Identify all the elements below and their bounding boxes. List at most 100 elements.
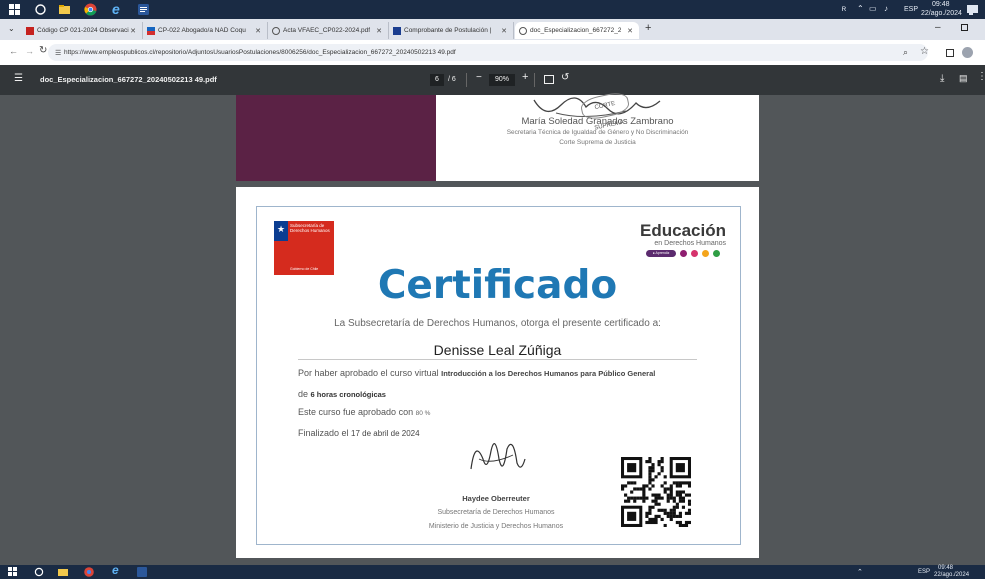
network-icon[interactable]: ▭ xyxy=(869,4,877,13)
qr-module xyxy=(642,487,646,491)
close-tab-icon[interactable]: ✕ xyxy=(627,27,633,35)
new-tab-button[interactable]: + xyxy=(645,22,651,34)
qr-module xyxy=(630,496,634,500)
qr-module xyxy=(648,466,652,470)
clock-date[interactable]: 22/ago./2024 xyxy=(934,572,969,578)
edge-icon[interactable]: e xyxy=(112,1,120,17)
windows-start-icon[interactable] xyxy=(8,567,18,577)
site-info-icon[interactable]: ☰ xyxy=(55,49,61,57)
qr-module xyxy=(681,496,686,500)
qr-module xyxy=(675,484,679,488)
close-tab-icon[interactable]: ✕ xyxy=(501,27,507,35)
qr-module xyxy=(654,499,658,503)
qr-module xyxy=(684,493,689,497)
qr-module xyxy=(651,463,655,467)
chevron-up-icon[interactable]: ⌃ xyxy=(857,4,864,13)
qr-module xyxy=(681,481,686,485)
qr-module xyxy=(678,484,682,488)
print-icon[interactable]: ▤ xyxy=(959,73,968,84)
qr-module xyxy=(672,481,676,485)
rotate-icon[interactable]: ↺ xyxy=(561,72,569,83)
qr-module xyxy=(669,493,673,497)
edge-icon[interactable]: e xyxy=(112,563,119,577)
qr-module xyxy=(633,487,637,491)
zoom-magnifier-icon[interactable]: ⌕ xyxy=(903,47,908,58)
qr-module xyxy=(678,490,682,494)
qr-module xyxy=(660,466,664,470)
qr-module xyxy=(669,517,673,522)
qr-module xyxy=(669,496,673,500)
clock-time[interactable]: 09:48 xyxy=(938,565,953,571)
qr-module xyxy=(675,505,679,509)
zoom-out-button[interactable]: − xyxy=(476,72,482,83)
close-tab-icon[interactable]: ✕ xyxy=(255,27,261,35)
qr-module xyxy=(633,499,637,503)
tab-list-chevron-icon[interactable]: ⌄ xyxy=(8,24,15,33)
language-indicator[interactable]: ESP xyxy=(904,6,918,13)
download-icon[interactable]: ⤓ xyxy=(940,73,944,84)
chrome-icon[interactable] xyxy=(84,3,97,16)
clock-time[interactable]: 09:48 xyxy=(932,1,950,8)
qr-module xyxy=(654,514,658,518)
qr-module xyxy=(648,469,652,473)
qr-module xyxy=(672,508,676,512)
qr-module xyxy=(636,487,640,491)
signature-scribble xyxy=(470,443,526,470)
signer-ministry: Ministerio de Justicia y Derechos Humano… xyxy=(428,523,564,530)
clock-date[interactable]: 22/ago./2024 xyxy=(921,10,962,17)
search-circle-icon[interactable] xyxy=(34,3,47,16)
tab-cp022[interactable]: CP-022 Abogado/a NAD Coqu ✕ xyxy=(143,22,268,39)
qr-module xyxy=(648,520,652,525)
close-tab-icon[interactable]: ✕ xyxy=(130,27,136,35)
people-icon[interactable]: ᴿ xyxy=(842,5,846,15)
more-options-icon[interactable]: ⋮ xyxy=(977,71,985,82)
tab-acta[interactable]: Acta VFAEC_CP022-2024.pdf ✕ xyxy=(268,22,389,39)
zoom-in-button[interactable]: + xyxy=(522,71,528,83)
restore-icon[interactable] xyxy=(961,24,968,31)
qr-module xyxy=(630,490,634,494)
qr-module xyxy=(648,481,652,485)
windows-start-icon[interactable] xyxy=(8,3,21,16)
close-tab-icon[interactable]: ✕ xyxy=(376,27,382,35)
file-explorer-icon[interactable] xyxy=(58,567,68,577)
volume-icon[interactable]: ♪ xyxy=(884,4,888,13)
tab-comprobante[interactable]: Comprobante de Postulación | ✕ xyxy=(389,22,514,39)
chrome-icon[interactable] xyxy=(84,567,94,577)
notifications-icon[interactable] xyxy=(966,3,979,16)
menu-icon[interactable]: ☰ xyxy=(14,73,23,84)
qr-module xyxy=(642,490,646,494)
file-explorer-icon[interactable] xyxy=(58,3,71,16)
qr-module xyxy=(678,499,682,503)
forward-arrow-icon[interactable]: → xyxy=(25,46,34,56)
profile-avatar[interactable] xyxy=(962,47,973,58)
fit-page-icon[interactable] xyxy=(544,75,554,84)
tab-doc-especializacion[interactable]: doc_Especializacion_667272_2 ✕ xyxy=(515,22,639,39)
minimize-icon[interactable]: – xyxy=(935,22,941,33)
qr-module xyxy=(639,487,643,491)
qr-module xyxy=(666,496,670,500)
zoom-level-input[interactable]: 90% xyxy=(489,74,515,86)
pdf-page-5: CORTE SUPREMA María Soledad Granados Zam… xyxy=(236,90,759,181)
tab-label: doc_Especializacion_667272_2 xyxy=(530,27,622,34)
bookmark-star-icon[interactable]: ☆ xyxy=(920,46,929,57)
qr-module xyxy=(645,514,649,518)
qr-module xyxy=(624,493,628,497)
qr-module xyxy=(651,505,655,509)
search-circle-icon[interactable] xyxy=(34,567,44,577)
signer-name: Haydee Oberreuter xyxy=(462,494,530,503)
word-icon[interactable] xyxy=(137,3,150,16)
back-arrow-icon[interactable]: ← xyxy=(9,46,18,56)
sidebar-icon[interactable] xyxy=(946,49,954,57)
qr-module xyxy=(651,484,655,488)
url-field[interactable]: https://www.empleospublicos.cl/repositor… xyxy=(48,44,928,61)
qr-module xyxy=(681,505,686,509)
qr-module xyxy=(678,481,682,485)
chevron-up-icon[interactable]: ⌃ xyxy=(857,568,863,576)
language-indicator[interactable]: ESP xyxy=(918,569,930,575)
reload-icon[interactable]: ↻ xyxy=(39,45,47,56)
word-icon[interactable] xyxy=(137,567,147,577)
bottom-taskbar: e ⌃ ESP 09:48 22/ago./2024 xyxy=(0,563,985,579)
page-number-input[interactable]: 6 xyxy=(430,74,444,86)
qr-module xyxy=(675,490,679,494)
tab-codigo[interactable]: Código CP 021-2024 Observaci ✕ xyxy=(22,22,143,39)
